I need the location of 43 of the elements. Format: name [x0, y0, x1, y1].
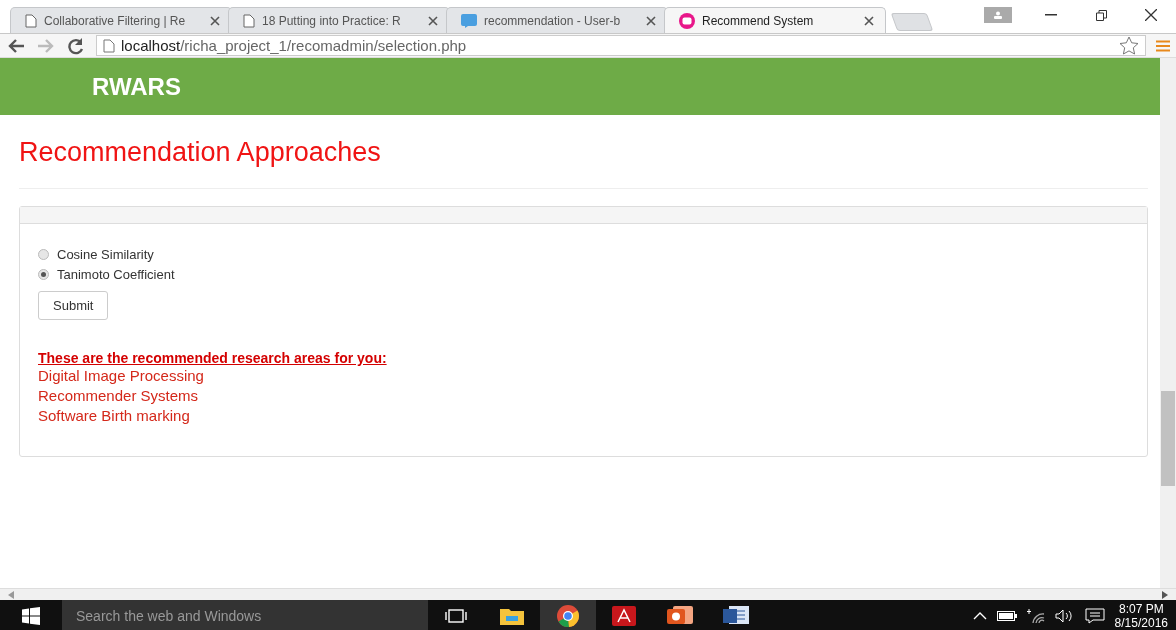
taskbar-search-field[interactable]: Search the web and Windows — [62, 600, 428, 630]
browser-logo-icon[interactable] — [556, 604, 580, 628]
minimize-icon[interactable] — [1045, 14, 1057, 16]
windows-start-icon[interactable] — [22, 607, 40, 625]
radio-option[interactable]: Tanimoto Coefficient — [38, 264, 1129, 284]
folder-icon[interactable] — [500, 607, 524, 625]
close-icon[interactable] — [427, 14, 439, 27]
page-icon — [243, 13, 255, 28]
radio-button[interactable] — [38, 268, 49, 280]
site-brand: RWARS — [92, 72, 181, 101]
reload-icon[interactable] — [66, 36, 86, 55]
chevron-up-icon[interactable] — [972, 612, 987, 620]
wifi-icon[interactable] — [1026, 608, 1045, 624]
page-icon — [103, 38, 115, 53]
page-heading: Recommendation Approaches — [19, 115, 1148, 189]
taskbar-clock[interactable]: 8:07 PM 8/15/2016 — [1114, 602, 1168, 630]
browser-tab[interactable]: Recommend System — [664, 7, 886, 33]
speaker-icon[interactable] — [1054, 609, 1075, 623]
close-icon[interactable] — [645, 14, 657, 27]
research-area: Recommender Systems — [38, 386, 1129, 406]
page-icon — [25, 13, 37, 28]
circle-logo-icon — [679, 12, 695, 29]
radio-option[interactable]: Cosine Similarity — [38, 244, 1129, 264]
scroll-right-icon[interactable] — [1162, 590, 1168, 599]
result-title: These are the recommended research areas for you: — [38, 350, 388, 366]
presentation-app-icon[interactable] — [667, 606, 693, 626]
chat-bubble-icon — [461, 13, 477, 28]
close-icon[interactable] — [1145, 9, 1157, 21]
pdf-app-icon[interactable] — [612, 606, 636, 626]
battery-icon[interactable] — [996, 611, 1017, 621]
restore-icon[interactable] — [1095, 9, 1107, 21]
address-field[interactable]: localhost/richa_project_1/recomadmin/selection.php — [96, 35, 1146, 56]
submit-button[interactable]: Submit — [38, 291, 109, 320]
research-area: Software Birth marking — [38, 406, 1129, 426]
star-icon[interactable] — [1119, 36, 1139, 55]
task-view-icon[interactable] — [445, 609, 467, 623]
back-arrow-icon[interactable] — [6, 36, 26, 55]
notification-icon[interactable] — [1084, 608, 1105, 624]
document-app-icon[interactable] — [723, 606, 749, 626]
close-icon[interactable] — [863, 14, 875, 27]
research-area: Digital Image Processing — [38, 366, 1129, 386]
close-icon[interactable] — [209, 14, 221, 27]
radio-button[interactable] — [38, 248, 49, 260]
